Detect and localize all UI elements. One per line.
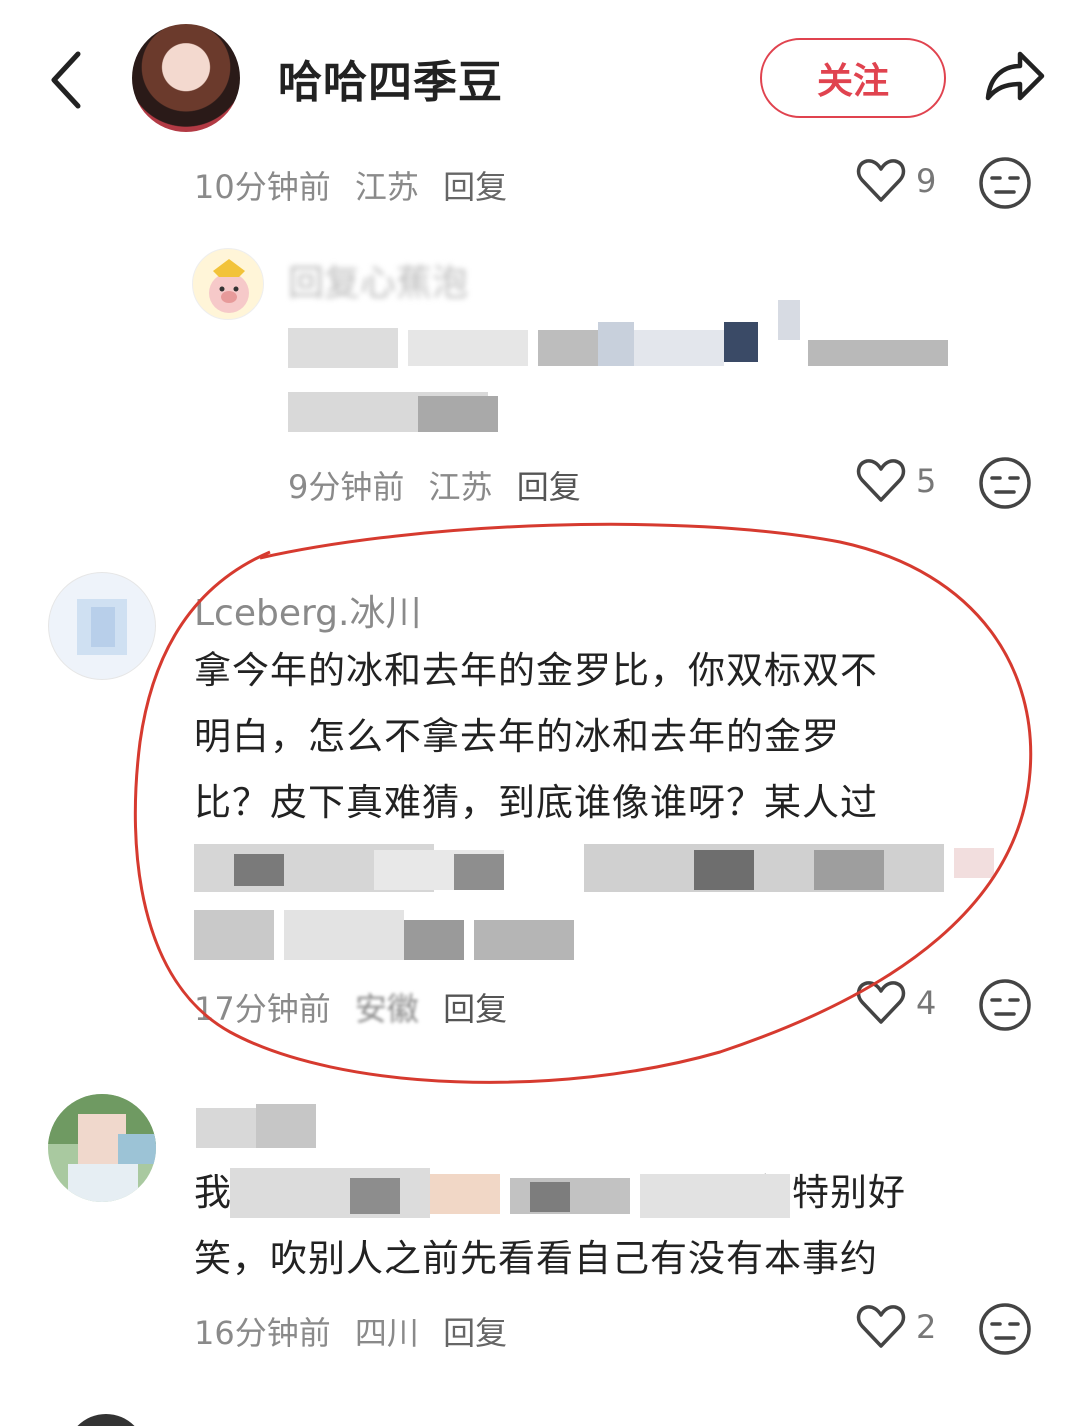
blurred-comment-text bbox=[230, 1168, 790, 1222]
back-icon bbox=[51, 51, 81, 109]
comment-location: 江苏 bbox=[354, 168, 419, 206]
reply-button[interactable]: 回复 bbox=[443, 1314, 507, 1352]
reply-button[interactable]: 回复 bbox=[443, 168, 507, 206]
share-button[interactable] bbox=[982, 46, 1046, 106]
commenter-avatar[interactable] bbox=[48, 1094, 156, 1202]
like-button[interactable]: 4 bbox=[856, 980, 936, 1026]
blurred-avatar bbox=[48, 1094, 156, 1202]
back-button[interactable] bbox=[44, 44, 94, 114]
comment-time: 10分钟前 bbox=[194, 168, 331, 206]
reply-username[interactable]: 回复心蕉泡 bbox=[288, 254, 468, 306]
commenter-avatar[interactable] bbox=[48, 572, 156, 680]
comment-meta: 10分钟前 江苏 回复 bbox=[194, 162, 521, 208]
emoji-face-icon[interactable] bbox=[978, 1302, 1032, 1356]
comment-meta: 17分钟前 安徽 回复 bbox=[194, 984, 521, 1030]
heart-icon bbox=[856, 159, 906, 202]
comment-line: 明白，怎么不拿去年的冰和去年的金罗 bbox=[194, 715, 840, 758]
like-button[interactable]: 2 bbox=[856, 1304, 936, 1350]
pig-avatar-icon bbox=[209, 259, 249, 313]
author-avatar[interactable] bbox=[132, 24, 240, 132]
blurred-username bbox=[196, 1104, 326, 1150]
comment-time: 17分钟前 bbox=[194, 990, 331, 1028]
comment-line: 拿今年的冰和去年的金罗比，你双标双不 bbox=[194, 649, 878, 692]
heart-icon bbox=[856, 459, 906, 502]
follow-button[interactable]: 关注 bbox=[760, 38, 946, 118]
comment-time: 9分钟前 bbox=[288, 468, 405, 506]
emoji-face-icon[interactable] bbox=[978, 978, 1032, 1032]
like-count: 4 bbox=[916, 984, 937, 1022]
heart-icon bbox=[856, 981, 906, 1024]
heart-icon bbox=[856, 1305, 906, 1348]
like-button[interactable]: 5 bbox=[856, 458, 936, 504]
author-name[interactable]: 哈哈四季豆 bbox=[278, 46, 503, 110]
emoji-face-icon[interactable] bbox=[978, 156, 1032, 210]
like-count: 2 bbox=[916, 1308, 937, 1346]
comment-line: 笑，吹别人之前先看看自己有没有本事约 bbox=[194, 1237, 878, 1280]
comment-meta: 16分钟前 四川 回复 bbox=[194, 1308, 521, 1354]
comment-location: 江苏 bbox=[428, 468, 493, 506]
like-count: 5 bbox=[916, 462, 937, 500]
reply-button[interactable]: 回复 bbox=[443, 990, 507, 1028]
blurred-avatar bbox=[67, 587, 139, 667]
blurred-reply-text bbox=[288, 300, 968, 440]
like-count: 9 bbox=[916, 162, 937, 200]
comment-line: 比？皮下真难猜，到底谁像谁呀？某人过 bbox=[194, 781, 878, 824]
reply-button[interactable]: 回复 bbox=[517, 468, 581, 506]
next-comment-avatar[interactable] bbox=[66, 1414, 146, 1426]
commenter-username[interactable]: Lceberg.冰川 bbox=[194, 584, 421, 636]
reply-avatar[interactable] bbox=[192, 248, 264, 320]
comment-location: 四川 bbox=[354, 1314, 419, 1352]
emoji-face-icon[interactable] bbox=[978, 456, 1032, 510]
comment-time: 16分钟前 bbox=[194, 1314, 331, 1352]
blurred-comment-text bbox=[194, 830, 994, 970]
comment-location: 安徽 bbox=[354, 990, 419, 1028]
top-bar: 哈哈四季豆 关注 bbox=[0, 0, 1080, 150]
reply-meta: 9分钟前 江苏 回复 bbox=[288, 462, 595, 508]
like-button[interactable]: 9 bbox=[856, 158, 936, 204]
share-icon bbox=[985, 51, 1045, 101]
